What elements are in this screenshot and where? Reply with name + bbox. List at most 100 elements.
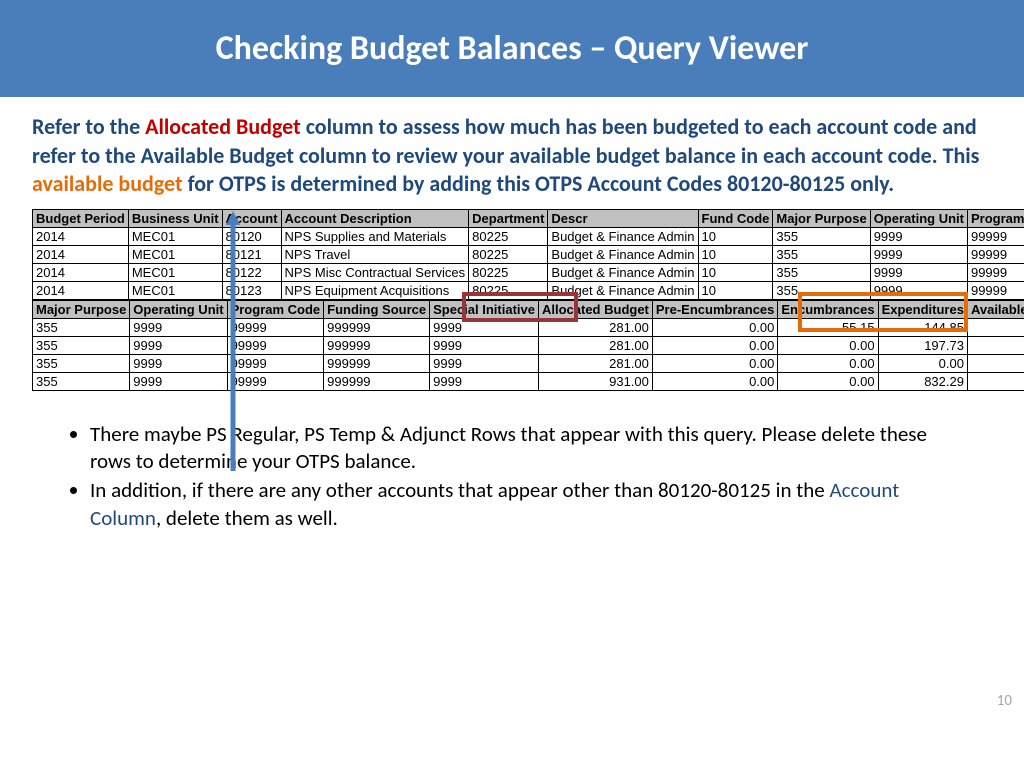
- cell: 0.00: [778, 336, 878, 354]
- cell: 197.73: [878, 336, 967, 354]
- cell: MEC01: [128, 227, 222, 245]
- cell: 355: [33, 336, 130, 354]
- cell: 80225: [469, 245, 548, 263]
- col-operating-unit-2: Operating Unit: [130, 300, 227, 318]
- col-expenditures: Expenditures: [878, 300, 967, 318]
- col-program-code-2: Program Code: [227, 300, 324, 318]
- cell: 99999: [967, 245, 1024, 263]
- cell: 2014: [33, 245, 129, 263]
- cell: NPS Supplies and Materials: [281, 227, 469, 245]
- cell: MEC01: [128, 245, 222, 263]
- cell: MEC01: [128, 263, 222, 281]
- cell: 9999: [870, 227, 967, 245]
- cell: 2014: [33, 263, 129, 281]
- allocated-budget-highlight: Allocated Budget: [145, 113, 301, 140]
- cell: 355: [33, 372, 130, 390]
- cell: 99999: [967, 281, 1024, 299]
- cell: 9999: [870, 245, 967, 263]
- cell: 99999: [227, 336, 324, 354]
- cell: 281.00: [538, 318, 652, 336]
- cell: MEC01: [128, 281, 222, 299]
- instr-part: for OTPS is determined by adding this OT…: [183, 170, 895, 197]
- cell: 81.00: [967, 318, 1024, 336]
- cell: 80120: [222, 227, 281, 245]
- cell: 99999: [227, 354, 324, 372]
- table-row: 2014MEC0180120NPS Supplies and Materials…: [33, 227, 1024, 245]
- cell: 80225: [469, 281, 548, 299]
- cell: 99999: [967, 227, 1024, 245]
- table-row: 3559999999999999999999931.000.000.00832.…: [33, 372, 1024, 390]
- cell: Budget & Finance Admin: [548, 227, 698, 245]
- table-row: 3559999999999999999999281.000.000.00197.…: [33, 336, 1024, 354]
- col-encumbrances: Encumbrances: [778, 300, 878, 318]
- col-business-unit: Business Unit: [128, 209, 222, 227]
- col-operating-unit: Operating Unit: [870, 209, 967, 227]
- cell: 2014: [33, 281, 129, 299]
- cell: 999999: [324, 372, 430, 390]
- table1-header-row: Budget Period Business Unit Account Acco…: [33, 209, 1024, 227]
- cell: 83.27: [967, 336, 1024, 354]
- cell: 80122: [222, 263, 281, 281]
- note-item: In addition, if there are any other acco…: [90, 477, 964, 532]
- cell: 9999: [430, 372, 539, 390]
- cell: 10: [698, 245, 773, 263]
- cell: 99999: [227, 372, 324, 390]
- cell: 144.85: [878, 318, 967, 336]
- cell: 9999: [870, 281, 967, 299]
- note-item: There maybe PS Regular, PS Temp & Adjunc…: [90, 421, 964, 476]
- col-available-budget: Available Budget: [967, 300, 1024, 318]
- cell: 9999: [130, 354, 227, 372]
- cell: 355: [773, 245, 870, 263]
- cell: 0.00: [652, 354, 778, 372]
- col-special-initiative-2: Special Initiative: [430, 300, 539, 318]
- cell: NPS Equipment Acquisitions: [281, 281, 469, 299]
- table-row: 2014MEC0180123NPS Equipment Acquisitions…: [33, 281, 1024, 299]
- table-row: 3559999999999999999999281.000.000.000.00…: [33, 354, 1024, 372]
- cell: 832.29: [878, 372, 967, 390]
- cell: 80225: [469, 263, 548, 281]
- cell: 9999: [130, 318, 227, 336]
- cell: 80123: [222, 281, 281, 299]
- cell: 999999: [324, 318, 430, 336]
- cell: 355: [773, 263, 870, 281]
- notes-list: There maybe PS Regular, PS Temp & Adjunc…: [0, 391, 1024, 532]
- cell: 999999: [324, 336, 430, 354]
- cell: 281.00: [538, 354, 652, 372]
- note-part: In addition, if there are any other acco…: [90, 477, 830, 503]
- col-pre-encumbrances: Pre-Encumbrances: [652, 300, 778, 318]
- cell: 80121: [222, 245, 281, 263]
- instr-part: Refer to the: [32, 113, 145, 140]
- cell: Budget & Finance Admin: [548, 245, 698, 263]
- cell: 99999: [227, 318, 324, 336]
- cell: 80225: [469, 227, 548, 245]
- col-major-purpose: Major Purpose: [773, 209, 870, 227]
- col-descr: Descr: [548, 209, 698, 227]
- cell: 0.00: [652, 318, 778, 336]
- cell: 931.00: [538, 372, 652, 390]
- table-row: 2014MEC0180121NPS Travel80225Budget & Fi…: [33, 245, 1024, 263]
- col-funding-source-2: Funding Source: [324, 300, 430, 318]
- table-row: 3559999999999999999999281.000.0055.15144…: [33, 318, 1024, 336]
- col-fund-code: Fund Code: [698, 209, 773, 227]
- cell: 10: [698, 263, 773, 281]
- cell: 0.00: [778, 354, 878, 372]
- col-major-purpose-2: Major Purpose: [33, 300, 130, 318]
- cell: 355: [33, 318, 130, 336]
- cell: 9999: [430, 354, 539, 372]
- cell: NPS Travel: [281, 245, 469, 263]
- cell: 355: [33, 354, 130, 372]
- cell: Budget & Finance Admin: [548, 281, 698, 299]
- cell: 9999: [130, 336, 227, 354]
- cell: 9999: [870, 263, 967, 281]
- cell: 99999: [967, 263, 1024, 281]
- instruction-text: Refer to the Allocated Budget column to …: [0, 97, 1024, 209]
- cell: 98.71: [967, 372, 1024, 390]
- tables-container: Budget Period Business Unit Account Acco…: [0, 209, 1024, 391]
- cell: NPS Misc Contractual Services: [281, 263, 469, 281]
- cell: 281.00: [538, 336, 652, 354]
- cell: 55.15: [778, 318, 878, 336]
- budget-table-2: Major Purpose Operating Unit Program Cod…: [32, 300, 1024, 391]
- col-department: Department: [469, 209, 548, 227]
- note-part: , delete them as well.: [156, 505, 338, 531]
- cell: 999999: [324, 354, 430, 372]
